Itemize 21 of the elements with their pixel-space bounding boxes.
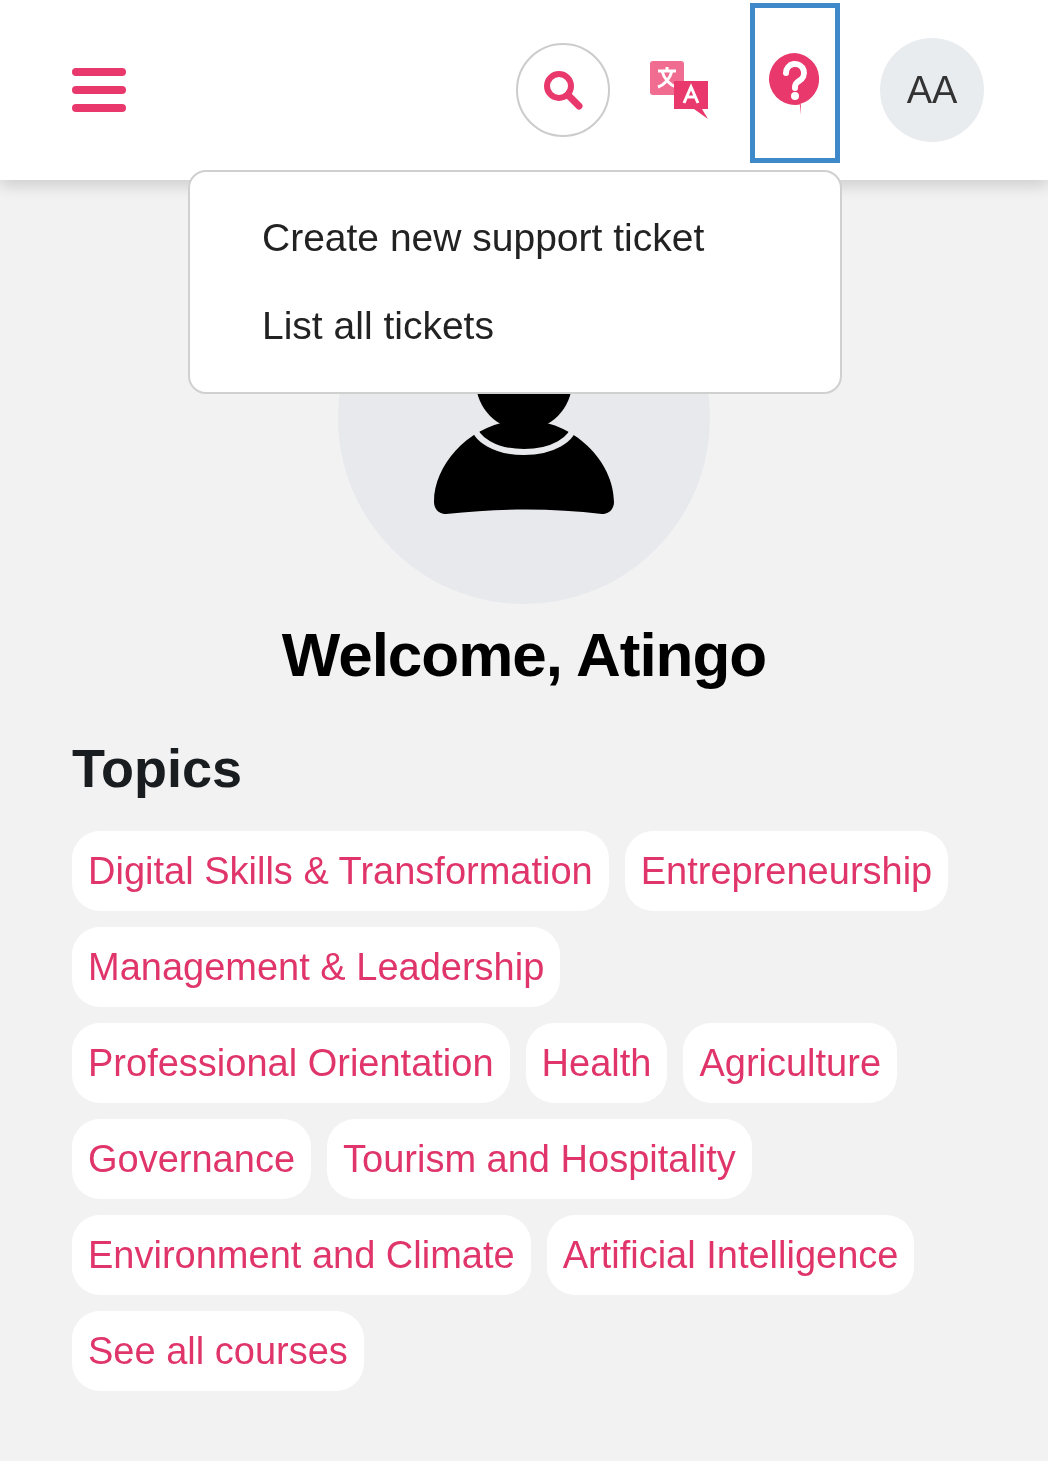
topic-chip[interactable]: Artificial Intelligence <box>546 1215 915 1296</box>
search-icon <box>542 69 584 111</box>
topics-heading: Topics <box>72 737 243 801</box>
topic-chip[interactable]: Entrepreneurship <box>624 831 949 912</box>
topic-chip[interactable]: Environment and Climate <box>72 1215 531 1296</box>
menu-button[interactable] <box>72 68 126 112</box>
topic-chip[interactable]: Tourism and Hospitality <box>327 1119 752 1200</box>
user-avatar[interactable]: AA <box>880 38 984 142</box>
menu-item[interactable]: Create new support ticket <box>190 194 840 283</box>
topic-chip[interactable]: Health <box>525 1023 668 1104</box>
translate-button[interactable] <box>650 61 710 119</box>
topic-chip[interactable]: Professional Orientation <box>72 1023 510 1104</box>
topic-chip[interactable]: Digital Skills & Transformation <box>72 831 609 912</box>
translate-icon <box>650 61 710 119</box>
see-all-courses-link[interactable]: See all courses <box>72 1311 364 1392</box>
menu-item[interactable]: List all tickets <box>190 282 840 371</box>
welcome-heading: Welcome, Atingo <box>280 619 768 691</box>
topic-chip[interactable]: Management & Leadership <box>72 927 561 1008</box>
topic-chip[interactable]: Governance <box>72 1119 311 1200</box>
topic-chip[interactable]: Agriculture <box>683 1023 898 1104</box>
help-button[interactable] <box>750 3 840 163</box>
